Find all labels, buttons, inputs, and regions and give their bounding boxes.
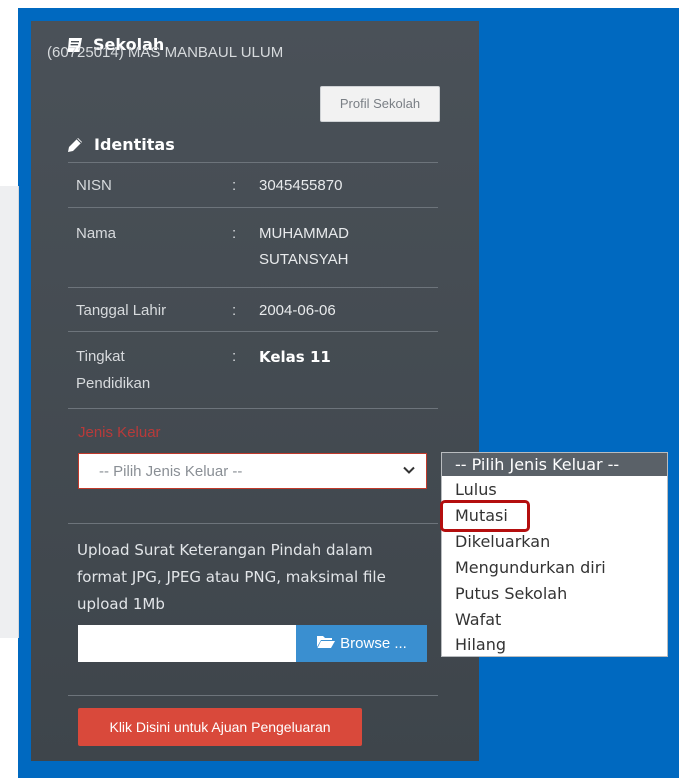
dropdown-option-placeholder[interactable]: -- Pilih Jenis Keluar -- <box>442 453 667 476</box>
divider <box>68 523 438 524</box>
upload-instructions-line1: Upload Surat Keterangan Pindah dalam <box>77 541 373 559</box>
identity-row-nisn: NISN : 3045455870 <box>68 162 438 207</box>
name-value-line2: SUTANSYAH <box>259 251 349 268</box>
browse-button-label: Browse ... <box>340 635 407 652</box>
chevron-down-icon <box>402 463 416 481</box>
nisn-value: 3045455870 <box>259 177 343 194</box>
profile-school-button[interactable]: Profil Sekolah <box>320 86 440 122</box>
identity-row-birthdate: Tanggal Lahir : 2004-06-06 <box>68 287 438 332</box>
dropdown-option-hilang[interactable]: Hilang <box>455 633 506 656</box>
divider <box>68 695 438 696</box>
row-label: NISN <box>76 177 112 194</box>
dropdown-option-wafat[interactable]: Wafat <box>455 608 501 631</box>
side-panel <box>0 186 19 638</box>
identity-row-level: Tingkat Pendidikan : Kelas 11 <box>68 331 438 408</box>
school-name: (60725014) MAS MANBAUL ULUM <box>47 44 284 61</box>
file-path-input[interactable] <box>78 625 296 662</box>
birthdate-value: 2004-06-06 <box>259 302 336 319</box>
upload-instructions: Upload Surat Keterangan Pindah dalam for… <box>77 537 437 618</box>
pencil-icon <box>66 136 84 154</box>
level-value: Kelas 11 <box>259 348 331 366</box>
dropdown-option-lulus[interactable]: Lulus <box>455 478 497 501</box>
row-colon: : <box>232 177 237 194</box>
row-label-line1: Tingkat <box>76 348 125 365</box>
exit-type-dropdown-list: -- Pilih Jenis Keluar -- Lulus Mutasi Di… <box>441 452 668 657</box>
browse-button[interactable]: Browse ... <box>296 625 427 662</box>
name-value-line1: MUHAMMAD <box>259 225 349 242</box>
dropdown-option-dikeluarkan[interactable]: Dikeluarkan <box>455 530 550 553</box>
identity-section-title: Identitas <box>66 135 175 154</box>
mutasi-highlight-annotation <box>440 500 530 532</box>
row-colon: : <box>232 348 237 365</box>
dropdown-option-putus-sekolah[interactable]: Putus Sekolah <box>455 582 567 605</box>
row-label: Tanggal Lahir <box>76 302 167 319</box>
upload-instructions-line3: upload 1Mb <box>77 595 165 613</box>
dropdown-option-mengundurkan-diri[interactable]: Mengundurkan diri <box>455 556 606 579</box>
folder-open-icon <box>316 634 336 653</box>
row-colon: : <box>232 225 237 242</box>
row-label-line2: Pendidikan <box>76 375 151 392</box>
exit-type-select-value: -- Pilih Jenis Keluar -- <box>99 463 243 480</box>
submit-exit-request-button[interactable]: Klik Disini untuk Ajuan Pengeluaran <box>78 708 362 746</box>
exit-type-select[interactable]: -- Pilih Jenis Keluar -- <box>78 453 427 489</box>
identity-section-label: Identitas <box>94 135 175 154</box>
row-colon: : <box>232 302 237 319</box>
row-label: Nama <box>76 225 117 242</box>
upload-instructions-line2: format JPG, JPEG atau PNG, maksimal file <box>77 568 386 586</box>
identity-row-nama: Nama : MUHAMMAD SUTANSYAH <box>68 207 438 288</box>
exit-type-label: Jenis Keluar <box>78 424 161 441</box>
divider <box>68 408 438 409</box>
